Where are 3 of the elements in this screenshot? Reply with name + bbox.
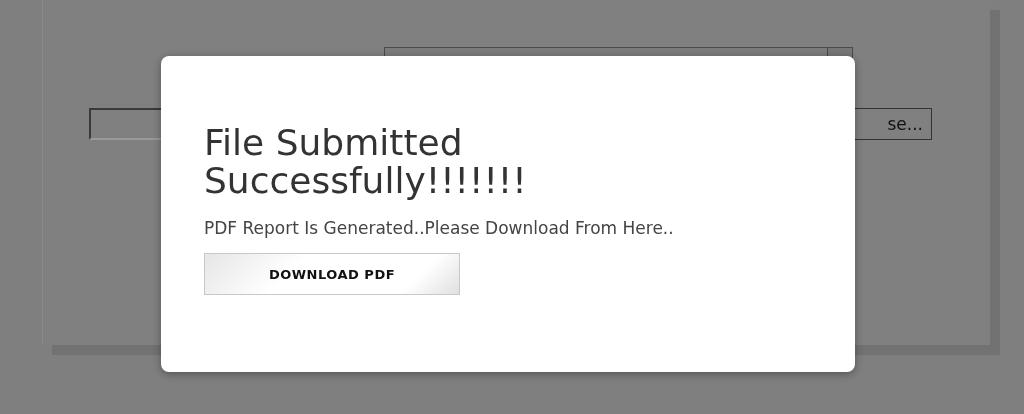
dialog-message: PDF Report Is Generated..Please Download From Here.. [204, 217, 674, 240]
download-pdf-button[interactable]: DOWNLOAD PDF [204, 253, 460, 295]
dialog-title: File Submitted Successfully!!!!!!! [204, 124, 528, 200]
